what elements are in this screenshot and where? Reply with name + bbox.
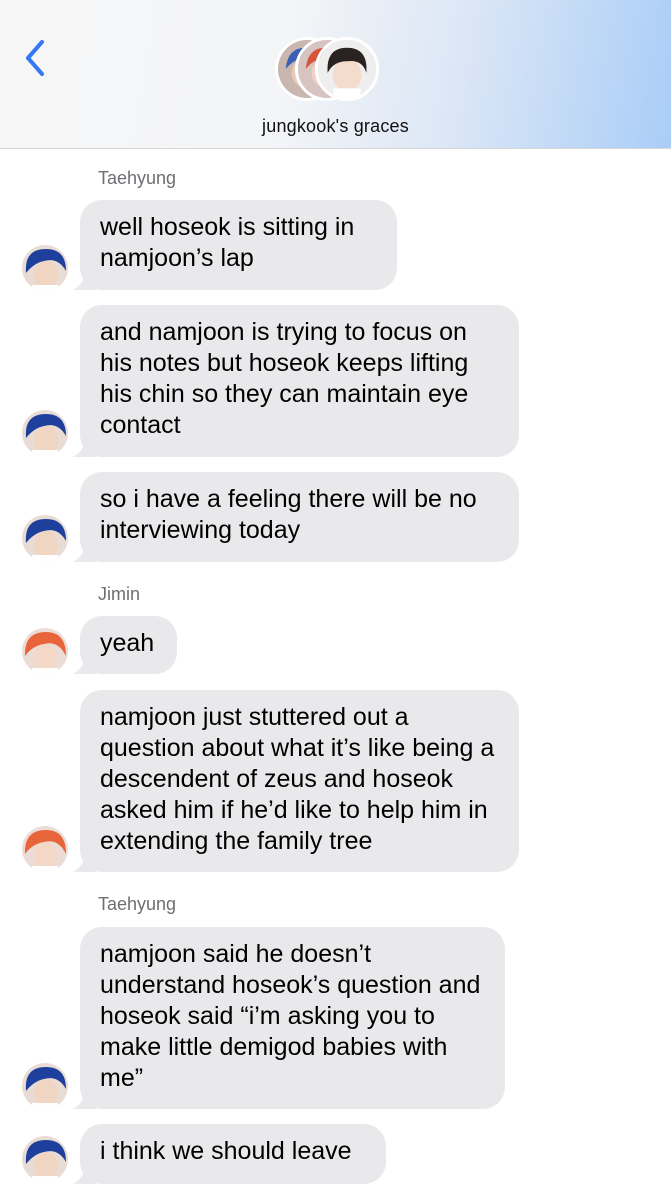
message-bubble[interactable]: namjoon just stuttered out a question ab… [72, 690, 519, 872]
bubble-tail [72, 435, 96, 457]
message-text: so i have a feeling there will be no int… [100, 485, 477, 544]
message-text: namjoon said he doesn’t understand hoseo… [100, 940, 481, 1092]
taehyung-avatar[interactable] [22, 515, 68, 561]
message-text: i think we should leave [100, 1137, 352, 1165]
bubble-tail [72, 1162, 96, 1184]
taehyung-avatar[interactable] [22, 1136, 68, 1182]
bubble-tail [72, 850, 96, 872]
sender-label: Taehyung [98, 168, 177, 188]
message-text: well hoseok is sitting in namjoon’s lap [100, 213, 355, 272]
chat-header: jungkook's graces [0, 0, 671, 149]
sender-label: Jimin [98, 584, 141, 604]
taehyung-avatar[interactable] [22, 410, 68, 456]
group-avatar-stack[interactable] [275, 37, 405, 107]
message-bubble[interactable]: so i have a feeling there will be no int… [72, 472, 519, 562]
bubble-tail [72, 540, 96, 562]
member-avatar [315, 37, 379, 101]
taehyung-avatar[interactable] [22, 1063, 68, 1109]
message-bubble[interactable]: well hoseok is sitting in namjoon’s lap [72, 200, 397, 290]
jimin-avatar[interactable] [22, 826, 68, 872]
bubble-tail [72, 268, 96, 290]
bubble-tail [72, 652, 96, 674]
message-bubble[interactable]: namjoon said he doesn’t understand hoseo… [72, 927, 505, 1109]
jimin-avatar[interactable] [22, 628, 68, 674]
bubble-tail [72, 1087, 96, 1109]
sender-label: Taehyung [98, 894, 177, 914]
taehyung-avatar[interactable] [22, 245, 68, 291]
message-bubble[interactable]: and namjoon is trying to focus on his no… [72, 305, 519, 457]
group-name[interactable]: jungkook's graces [0, 116, 671, 137]
message-text: namjoon just stuttered out a question ab… [100, 703, 495, 855]
chevron-left-icon [26, 40, 44, 76]
message-bubble[interactable]: yeah [72, 616, 177, 674]
back-button[interactable] [18, 36, 52, 80]
message-bubble[interactable]: i think we should leave [72, 1124, 386, 1184]
message-text: yeah [100, 629, 155, 657]
message-text: and namjoon is trying to focus on his no… [100, 318, 469, 439]
